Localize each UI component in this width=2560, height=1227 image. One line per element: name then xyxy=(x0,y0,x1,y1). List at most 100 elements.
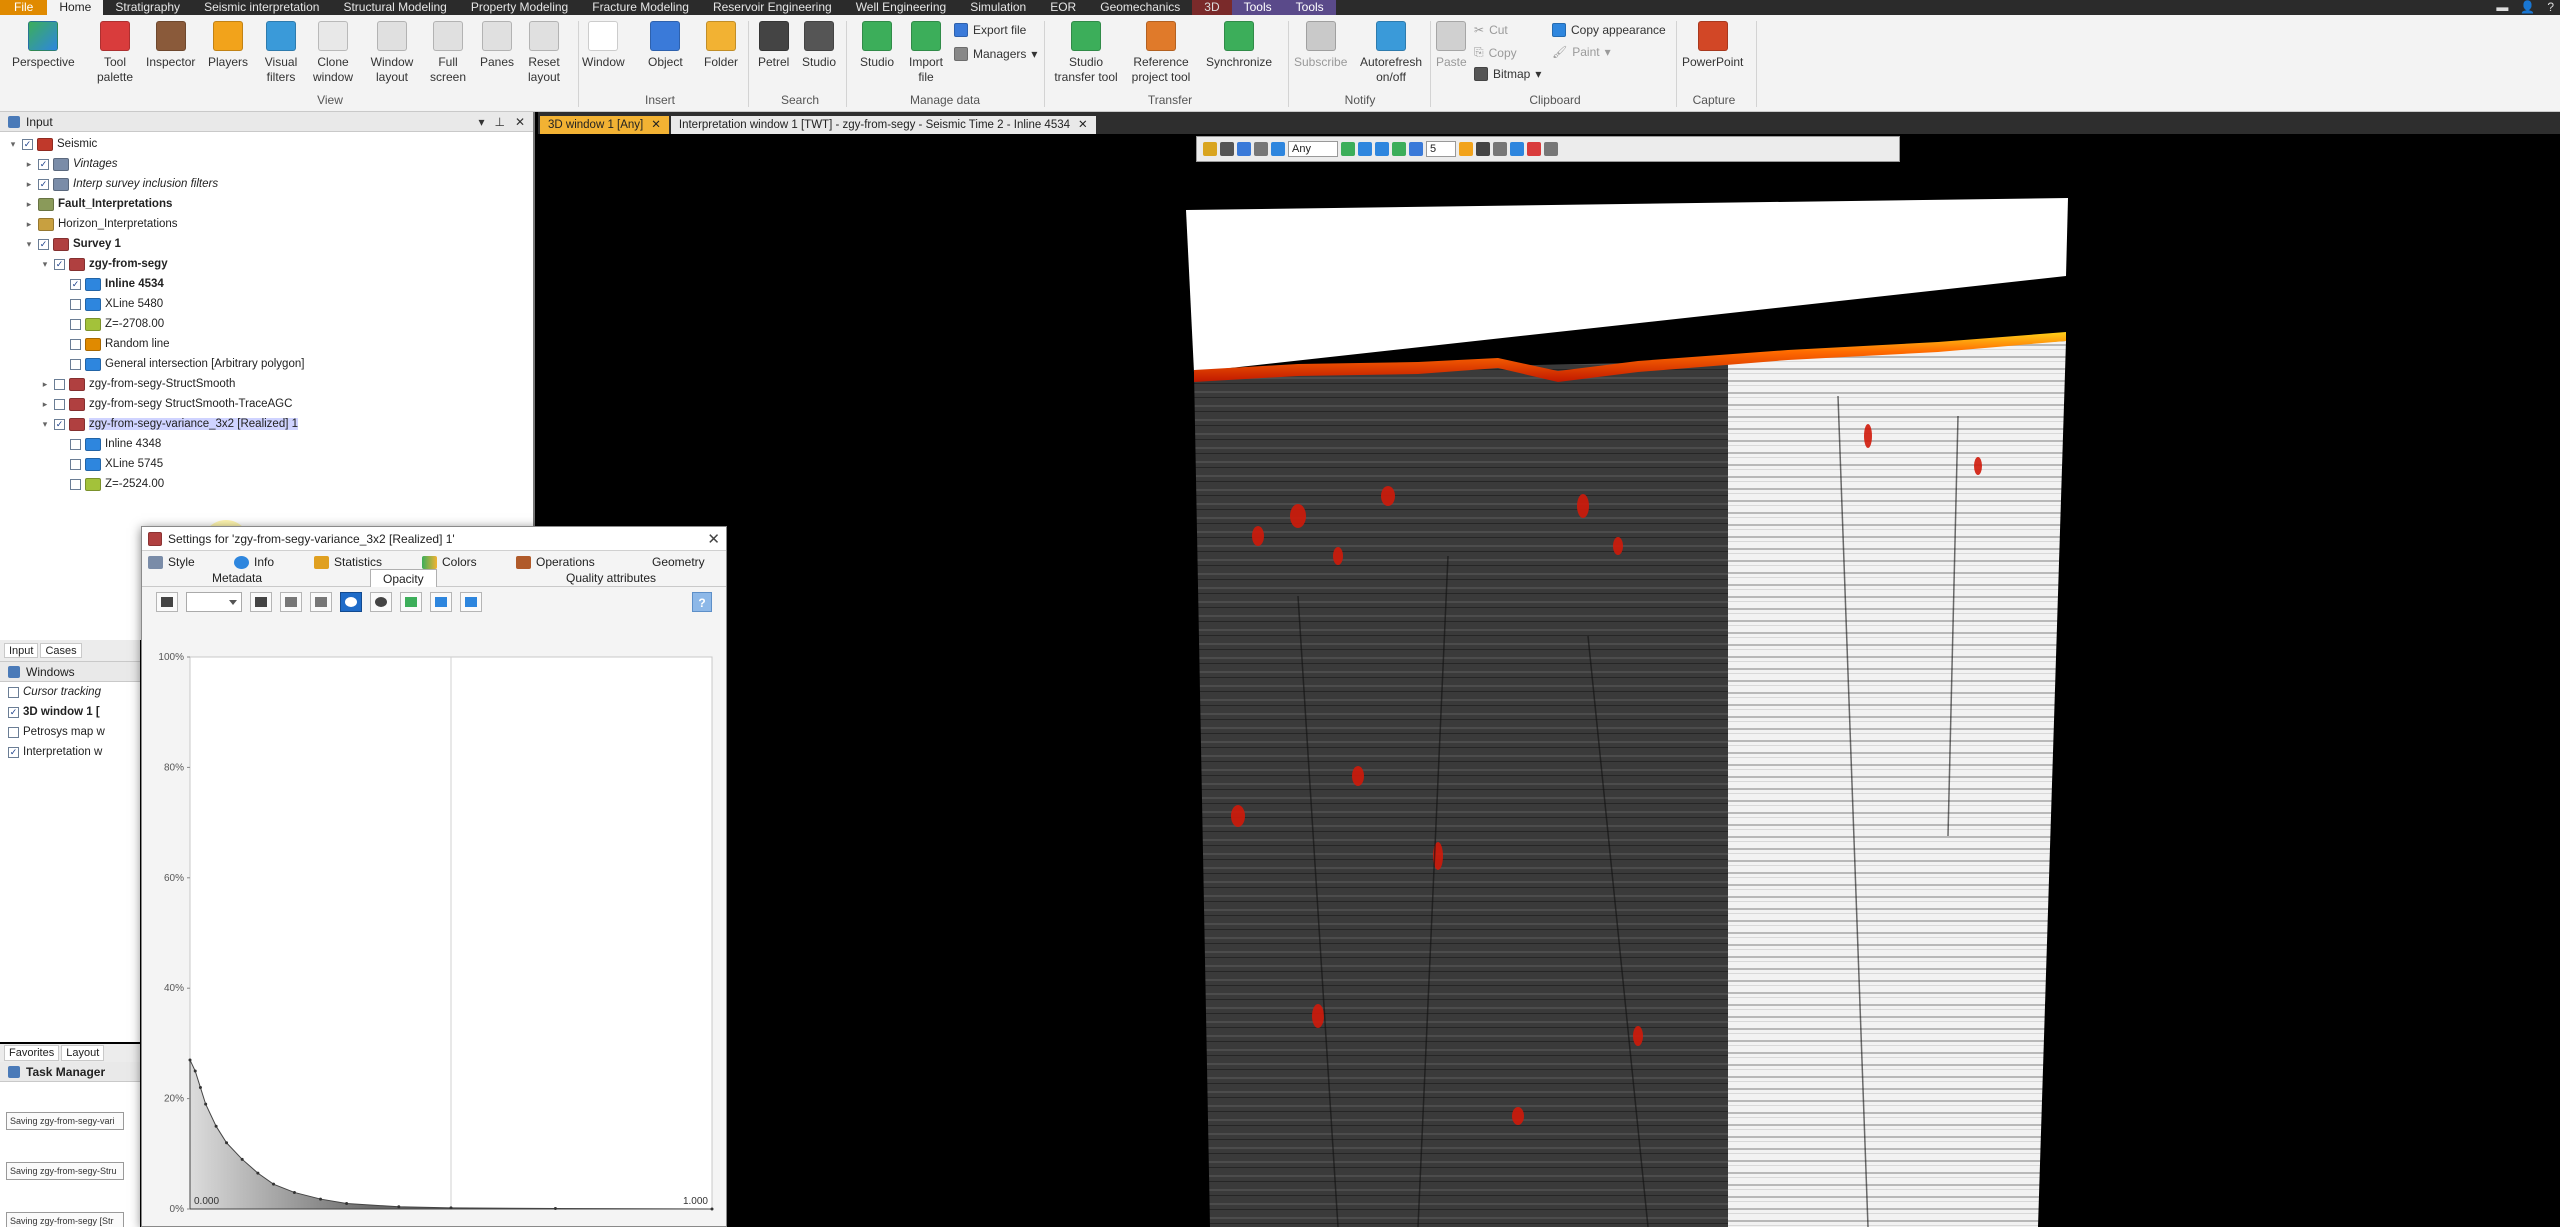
tab-3d-window[interactable]: 3D window 1 [Any] ✕ xyxy=(540,116,669,134)
tree-node[interactable]: ▾ ✓ zgy-from-segy-variance_3x2 [Realized] … xyxy=(40,414,299,434)
tab-geometry[interactable]: Geometry xyxy=(652,555,705,569)
visibility-checkbox[interactable] xyxy=(70,438,81,450)
tree-node[interactable]: Random line xyxy=(56,334,170,354)
visibility-checkbox[interactable] xyxy=(70,338,81,350)
autorefresh-button[interactable]: Autorefresh on/off xyxy=(1358,21,1424,85)
tree-node[interactable]: ▸ Horizon_Interpretations xyxy=(24,214,178,234)
studio-manage-button[interactable]: Studio xyxy=(860,21,894,70)
zoom-out-button[interactable] xyxy=(370,592,392,612)
menu-tab-well-engineering[interactable]: Well Engineering xyxy=(844,0,959,15)
axes-icon[interactable] xyxy=(1493,142,1507,156)
tab-metadata[interactable]: Metadata xyxy=(212,571,262,585)
view-home-icon[interactable] xyxy=(1341,142,1355,156)
window-checkbox[interactable]: ✓ xyxy=(8,706,19,718)
visibility-checkbox[interactable] xyxy=(70,478,81,490)
menu-tab-3d[interactable]: 3D xyxy=(1192,0,1232,15)
window-button[interactable]: Window xyxy=(582,21,625,70)
window-checkbox[interactable]: ✓ xyxy=(8,746,19,758)
close-icon[interactable]: ✕ xyxy=(1078,116,1088,134)
rotate-icon[interactable] xyxy=(1358,142,1372,156)
tree-node[interactable]: ▸ Fault_Interpretations xyxy=(24,194,172,214)
folder-button[interactable]: Folder xyxy=(704,21,738,70)
visibility-checkbox[interactable] xyxy=(54,398,65,410)
zoom-in-button[interactable] xyxy=(340,592,362,612)
visibility-checkbox[interactable] xyxy=(70,458,81,470)
reset-view-button[interactable] xyxy=(400,592,422,612)
close-icon[interactable]: ✕ xyxy=(515,115,525,129)
tab-interpretation-window[interactable]: Interpretation window 1 [TWT] - zgy-from… xyxy=(670,116,1096,134)
paste-button[interactable]: Paste xyxy=(1436,21,1467,70)
pan-icon[interactable] xyxy=(1375,142,1389,156)
subscribe-button[interactable]: Subscribe xyxy=(1294,21,1347,70)
undo-button[interactable] xyxy=(430,592,452,612)
visibility-checkbox[interactable]: ✓ xyxy=(54,258,65,270)
menu-tab-reservoir-engineering[interactable]: Reservoir Engineering xyxy=(701,0,844,15)
task-item[interactable]: Saving zgy-from-segy [Str xyxy=(6,1212,124,1227)
expand-toggle-icon[interactable]: ▾ xyxy=(24,239,34,250)
fill-button[interactable] xyxy=(250,592,272,612)
tree-node[interactable]: XLine 5745 xyxy=(56,454,163,474)
select-icon[interactable] xyxy=(1203,142,1217,156)
zoom-icon[interactable] xyxy=(1271,142,1285,156)
perspective-button[interactable]: Perspective xyxy=(12,21,75,70)
box-icon[interactable] xyxy=(1510,142,1524,156)
copy-appearance-button[interactable]: Copy appearance xyxy=(1552,23,1666,37)
tree-node[interactable]: ▸ zgy-from-segy StructSmooth-TraceAGC xyxy=(40,394,292,414)
managers-button[interactable]: Managers ▾ xyxy=(954,47,1037,61)
visibility-checkbox[interactable] xyxy=(54,378,65,390)
players-button[interactable]: Players xyxy=(208,21,248,70)
tree-node[interactable]: General intersection [Arbitrary polygon] xyxy=(56,354,304,374)
tree-node[interactable]: Inline 4348 xyxy=(56,434,161,454)
window-checkbox[interactable] xyxy=(8,686,19,698)
tab-input[interactable]: Input xyxy=(4,643,39,658)
measure-icon[interactable] xyxy=(1254,142,1268,156)
visibility-checkbox[interactable]: ✓ xyxy=(38,238,49,250)
export-file-button[interactable]: Export file xyxy=(954,23,1026,37)
camera-icon[interactable] xyxy=(1476,142,1490,156)
reset-layout-button[interactable]: Reset layout xyxy=(526,21,562,85)
menu-tab-simulation[interactable]: Simulation xyxy=(958,0,1038,15)
close-icon[interactable]: ✕ xyxy=(651,116,661,134)
cut-button[interactable]: ✂ Cut xyxy=(1474,23,1508,37)
window-list-item[interactable]: ✓ 3D window 1 [ xyxy=(0,702,140,722)
visibility-checkbox[interactable]: ✓ xyxy=(38,158,49,170)
pointer-icon[interactable] xyxy=(1220,142,1234,156)
dropdown-icon[interactable]: ▾ xyxy=(478,115,484,129)
record-icon[interactable] xyxy=(1527,142,1541,156)
expand-toggle-icon[interactable]: ▸ xyxy=(24,219,34,230)
tab-statistics[interactable]: Statistics xyxy=(314,555,382,569)
tree-node[interactable]: ▸ ✓ Interp survey inclusion filters xyxy=(24,174,218,194)
opacity-chart[interactable]: 0% 20% 40% 60% 80% 100% 0.000 1.000 xyxy=(142,639,726,1227)
powerpoint-button[interactable]: PowerPoint xyxy=(1682,21,1743,70)
3d-viewport[interactable] xyxy=(538,136,2560,1227)
expand-toggle-icon[interactable]: ▾ xyxy=(40,259,50,270)
tab-cases[interactable]: Cases xyxy=(40,643,82,658)
tab-info[interactable]: Info xyxy=(234,555,274,569)
object-button[interactable]: Object xyxy=(648,21,683,70)
tree-node[interactable]: XLine 5480 xyxy=(56,294,163,314)
tree-node[interactable]: ▾ ✓ Seismic xyxy=(8,134,97,154)
window-layout-button[interactable]: Window layout xyxy=(368,21,416,85)
curve-type-select[interactable] xyxy=(186,592,242,612)
tab-layout[interactable]: Layout xyxy=(61,1045,105,1061)
tab-favorites[interactable]: Favorites xyxy=(4,1045,60,1061)
menu-tab-geomechanics[interactable]: Geomechanics xyxy=(1088,0,1192,15)
tab-quality-attributes[interactable]: Quality attributes xyxy=(566,571,656,585)
task-item[interactable]: Saving zgy-from-segy-vari xyxy=(6,1112,124,1130)
paint-button[interactable]: 🖌 Paint ▾ xyxy=(1552,45,1611,59)
tab-operations[interactable]: Operations xyxy=(516,555,595,569)
expand-toggle-icon[interactable]: ▸ xyxy=(40,399,50,410)
menu-tab-tools[interactable]: Tools xyxy=(1231,0,1284,15)
step-input[interactable]: 5 xyxy=(1426,141,1456,157)
tree-node[interactable]: ▾ ✓ Survey 1 xyxy=(24,234,121,254)
tab-opacity[interactable]: Opacity xyxy=(370,569,437,587)
tree-node[interactable]: ▸ ✓ Vintages xyxy=(24,154,118,174)
menu-tab-fracture-modeling[interactable]: Fracture Modeling xyxy=(580,0,701,15)
menu-tab-file[interactable]: File xyxy=(0,0,48,15)
tree-node[interactable]: Z=-2524.00 xyxy=(56,474,164,494)
tree-node[interactable]: ✓ Inline 4534 xyxy=(56,274,164,294)
visibility-checkbox[interactable] xyxy=(70,358,81,370)
expand-toggle-icon[interactable]: ▾ xyxy=(8,139,18,150)
full-screen-button[interactable]: Full screen xyxy=(428,21,468,85)
inspector-button[interactable]: Inspector xyxy=(146,21,195,70)
